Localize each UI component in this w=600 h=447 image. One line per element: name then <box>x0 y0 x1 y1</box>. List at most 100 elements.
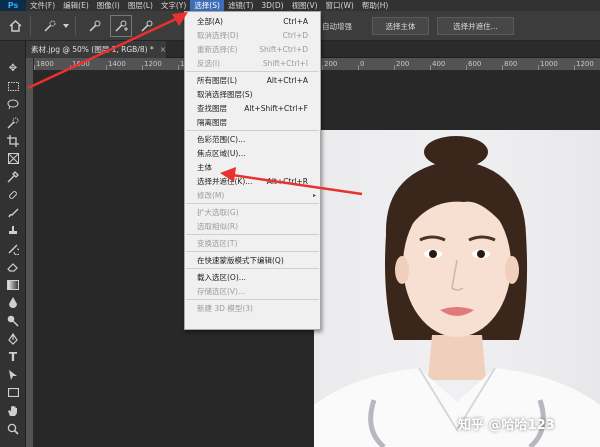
subtract-selection-brush-icon[interactable] <box>136 15 158 37</box>
menu-window[interactable]: 窗口(W) <box>322 0 358 11</box>
ruler-tick-label: 1400 <box>108 60 126 68</box>
hand-tool-icon[interactable] <box>3 403 23 418</box>
ruler-tick-label: 800 <box>504 60 518 68</box>
ruler-tick-mark <box>466 65 467 70</box>
ruler-tick-mark <box>106 65 107 70</box>
eraser-tool-icon[interactable] <box>3 259 23 274</box>
eyedropper-tool-icon[interactable] <box>3 169 23 184</box>
ruler-tick-mark <box>70 65 71 70</box>
select-menu-item[interactable]: 取消选择图层(S) <box>185 87 320 101</box>
select-and-mask-button[interactable]: 选择并遮住... <box>437 17 514 35</box>
select-menu-item: 选取相似(R) <box>185 219 320 233</box>
select-menu-item: 重新选择(E) Shift+Ctrl+D <box>185 42 320 56</box>
vertical-ruler <box>26 71 34 447</box>
menu-item-label: 所有图层(L) <box>197 75 238 85</box>
select-menu-item[interactable]: 色彩范围(C)... <box>185 132 320 146</box>
frame-tool-icon[interactable] <box>3 151 23 166</box>
lasso-tool-icon[interactable] <box>3 97 23 112</box>
select-menu-item[interactable]: 在快速蒙版模式下编辑(Q) <box>185 253 320 267</box>
menu-separator <box>186 203 319 204</box>
menu-item-shortcut: Shift+Ctrl+I <box>262 58 308 68</box>
document-tab-title: 素材.jpg @ 50% (图层 1, RGB/8) * <box>31 45 154 54</box>
document-tab[interactable]: 素材.jpg @ 50% (图层 1, RGB/8) * × <box>26 41 166 58</box>
auto-enhance-label[interactable]: 自动增强 <box>322 21 352 32</box>
menu-layer[interactable]: 图层(L) <box>124 0 157 11</box>
chevron-down-icon[interactable] <box>61 15 71 37</box>
marquee-tool-icon[interactable] <box>3 79 23 94</box>
menu-item-shortcut: Ctrl+D <box>282 30 308 40</box>
add-selection-brush-icon[interactable] <box>110 14 132 37</box>
menu-filter[interactable]: 滤镜(T) <box>224 0 257 11</box>
ruler-tick-mark <box>358 65 359 70</box>
ruler-tick-mark <box>394 65 395 70</box>
select-menu-item[interactable]: 隔离图层 <box>185 115 320 129</box>
ruler-tick-label: 600 <box>468 60 482 68</box>
select-menu-item[interactable]: 所有图层(L) Alt+Ctrl+A <box>185 73 320 87</box>
menu-item-label: 载入选区(O)... <box>197 272 246 282</box>
select-menu-item: 扩大选取(G) <box>185 205 320 219</box>
blur-tool-icon[interactable] <box>3 295 23 310</box>
menu-item-label: 扩大选取(G) <box>197 207 239 217</box>
pen-tool-icon[interactable] <box>3 331 23 346</box>
crop-tool-icon[interactable] <box>3 133 23 148</box>
ruler-tick-label: 1600 <box>72 60 90 68</box>
options-divider <box>75 15 76 36</box>
menu-item-label: 在快速蒙版模式下编辑(Q) <box>197 255 284 265</box>
type-tool-icon[interactable]: T <box>3 349 23 364</box>
ruler-tick-mark <box>538 65 539 70</box>
menu-item-label: 取消选择(D) <box>197 30 239 40</box>
ruler-tick-mark <box>574 65 575 70</box>
select-menu-item[interactable]: 焦点区域(U)... <box>185 146 320 160</box>
menu-item-shortcut: Alt+Ctrl+A <box>266 75 308 85</box>
select-menu-item: 存储选区(V)... <box>185 284 320 298</box>
dodge-tool-icon[interactable] <box>3 313 23 328</box>
ruler-tick-label: 1200 <box>144 60 162 68</box>
menu-item-shortcut: Alt+Ctrl+R <box>266 176 308 186</box>
menu-edit[interactable]: 编辑(E) <box>59 0 93 11</box>
history-brush-tool-icon[interactable] <box>3 241 23 256</box>
menu-separator <box>186 71 319 72</box>
menu-type[interactable]: 文字(Y) <box>157 0 190 11</box>
rectangle-tool-icon[interactable] <box>3 385 23 400</box>
submenu-arrow-icon: ▸ <box>312 191 316 199</box>
menu-file[interactable]: 文件(F) <box>26 0 59 11</box>
menu-3d[interactable]: 3D(D) <box>257 0 287 11</box>
ruler-tick-mark <box>322 65 323 70</box>
menu-item-label: 反选(I) <box>197 58 221 68</box>
ruler-tick-mark <box>178 65 179 70</box>
clone-stamp-tool-icon[interactable] <box>3 223 23 238</box>
menu-select[interactable]: 选择(S) <box>190 0 224 11</box>
menu-help[interactable]: 帮助(H) <box>358 0 393 11</box>
gradient-tool-icon[interactable] <box>3 277 23 292</box>
select-menu-dropdown: 全部(A) Ctrl+A 取消选择(D) Ctrl+D 重新选择(E) Shift+Ctr… <box>184 11 321 330</box>
select-menu-item[interactable]: 主体 <box>185 160 320 174</box>
quick-selection-tool-icon[interactable] <box>3 115 23 130</box>
zoom-tool-icon[interactable] <box>3 421 23 436</box>
menu-image[interactable]: 图像(I) <box>93 0 124 11</box>
ruler-tick-label: 200 <box>324 60 338 68</box>
brush-tool-icon[interactable] <box>3 205 23 220</box>
move-tool-icon[interactable]: ✥ <box>3 61 23 76</box>
home-icon[interactable] <box>4 15 26 37</box>
ruler-tick-label: 1200 <box>576 60 594 68</box>
new-selection-brush-icon[interactable] <box>84 15 106 37</box>
menu-separator <box>186 299 319 300</box>
options-divider <box>30 15 31 36</box>
select-subject-button[interactable]: 选择主体 <box>372 17 429 35</box>
select-menu-item[interactable]: 查找图层 Alt+Shift+Ctrl+F <box>185 101 320 115</box>
menu-item-label: 色彩范围(C)... <box>197 134 246 144</box>
quick-selection-tool-icon[interactable] <box>39 15 61 37</box>
menu-item-label: 全部(A) <box>197 16 223 26</box>
select-menu-item[interactable]: 全部(A) Ctrl+A <box>185 14 320 28</box>
menu-view[interactable]: 视图(V) <box>288 0 322 11</box>
ruler-tick-label: 200 <box>396 60 410 68</box>
select-menu-item[interactable]: 载入选区(O)... <box>185 270 320 284</box>
healing-brush-tool-icon[interactable] <box>3 187 23 202</box>
close-icon[interactable]: × <box>160 45 166 54</box>
ruler-tick-label: 1800 <box>36 60 54 68</box>
menu-separator <box>186 251 319 252</box>
path-selection-tool-icon[interactable] <box>3 367 23 382</box>
select-menu-item[interactable]: 选择并遮住(K)... Alt+Ctrl+R <box>185 174 320 188</box>
select-menu-item: 取消选择(D) Ctrl+D <box>185 28 320 42</box>
menu-item-label: 修改(M) <box>197 190 225 200</box>
